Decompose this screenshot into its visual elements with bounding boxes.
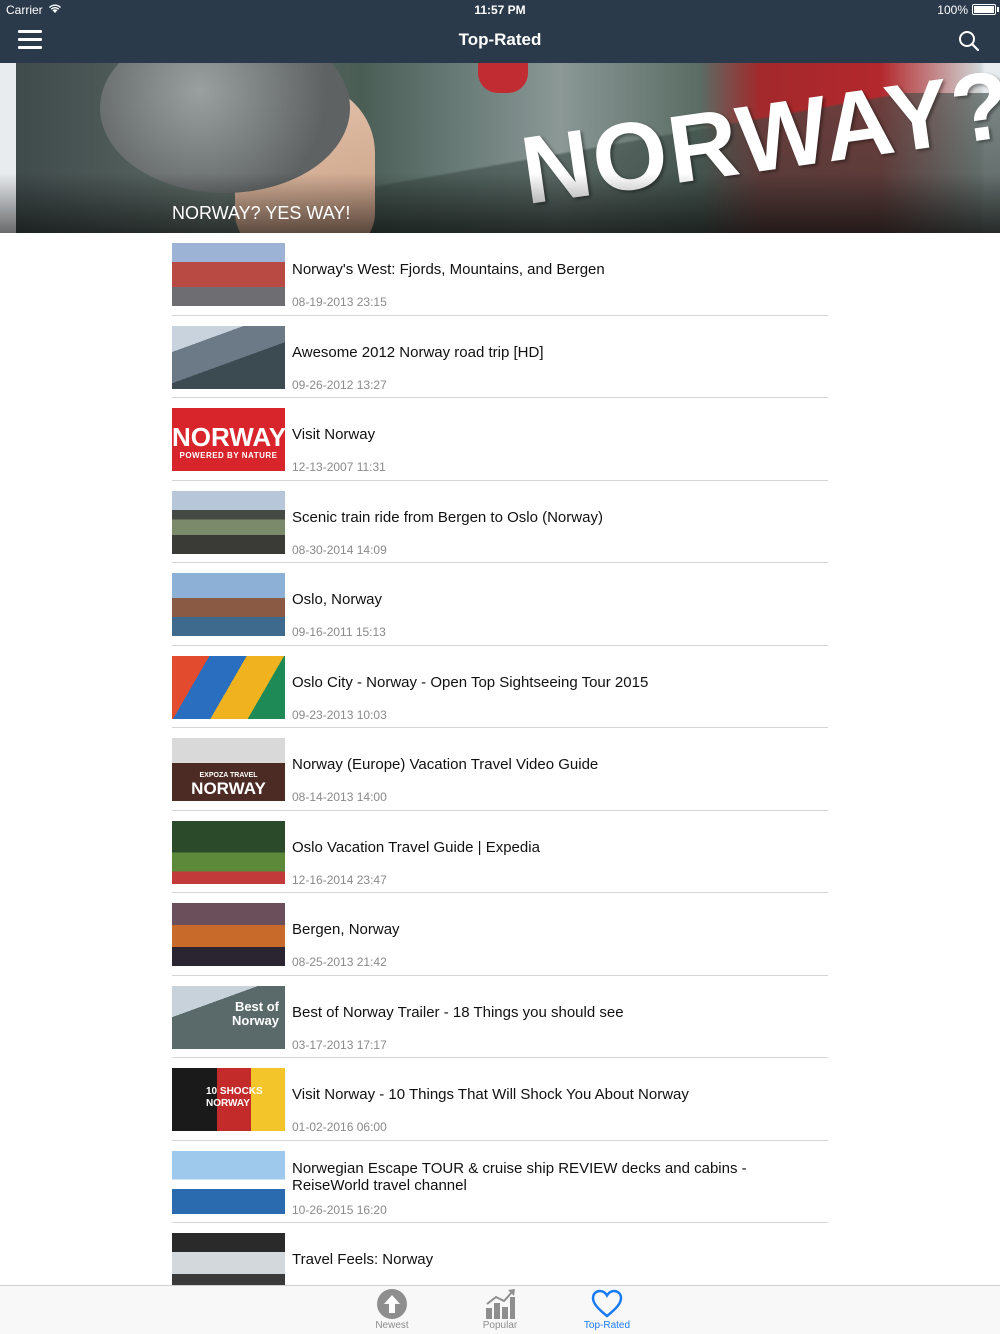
- thumbnail-text-line1: Best of: [234, 998, 279, 1014]
- video-row[interactable]: Oslo City - Norway - Open Top Sightseein…: [172, 646, 828, 728]
- thumbnail-subtext: NORWAY: [191, 779, 266, 798]
- video-title: Best of Norway Trailer - 18 Things you s…: [292, 1003, 624, 1021]
- tab-top-rated[interactable]: Top-Rated: [567, 1286, 647, 1334]
- video-row[interactable]: Oslo Vacation Travel Guide | Expedia 12-…: [172, 811, 828, 893]
- video-title: Awesome 2012 Norway road trip [HD]: [292, 343, 544, 361]
- video-thumbnail: EXPOZA TRAVEL NORWAY: [172, 738, 285, 801]
- video-title: Oslo City - Norway - Open Top Sightseein…: [292, 673, 649, 691]
- hero-flag-graphic: [478, 63, 528, 93]
- video-row[interactable]: Bergen, Norway 08-25-2013 21:42: [172, 893, 828, 976]
- video-title: Scenic train ride from Bergen to Oslo (N…: [292, 508, 603, 526]
- video-row[interactable]: Oslo, Norway 09-16-2011 15:13: [172, 563, 828, 646]
- video-date: 03-17-2013 17:17: [292, 1037, 387, 1052]
- video-row[interactable]: Best of Norway Best of Norway Trailer - 1…: [172, 976, 828, 1058]
- thumbnail-text: EXPOZA TRAVEL: [199, 772, 258, 779]
- thumbnail-text-line1: 10 SHOCKS: [206, 1086, 263, 1097]
- video-thumbnail: [172, 903, 285, 966]
- video-thumbnail: 10 SHOCKS NORWAY: [172, 1068, 285, 1131]
- video-title: Visit Norway - 10 Things That Will Shock…: [292, 1086, 689, 1103]
- video-thumbnail: [172, 573, 285, 636]
- video-date: 08-25-2013 21:42: [292, 955, 387, 969]
- video-row[interactable]: Norway's West: Fjords, Mountains, and Be…: [172, 233, 828, 316]
- video-date: 10-26-2015 16:20: [292, 1202, 387, 1217]
- video-row[interactable]: EXPOZA TRAVEL NORWAY Norway (Europe) Vac…: [172, 728, 828, 811]
- video-thumbnail: [172, 655, 285, 719]
- battery-nub: [997, 7, 999, 12]
- video-title: Oslo, Norway: [292, 591, 383, 608]
- video-thumbnail: [172, 1233, 285, 1285]
- video-row[interactable]: Norwegian Escape TOUR & cruise ship REVI…: [172, 1141, 828, 1223]
- tab-label: Newest: [375, 1320, 409, 1331]
- video-thumbnail: [172, 243, 285, 306]
- video-row[interactable]: Travel Feels: Norway: [172, 1223, 828, 1285]
- page-title: Top-Rated: [458, 30, 542, 49]
- hero-caption: NORWAY? YES WAY!: [172, 203, 351, 223]
- battery-icon: [972, 4, 996, 15]
- tab-label: Popular: [482, 1320, 518, 1331]
- video-thumbnail: [172, 1150, 285, 1214]
- video-date: 01-02-2016 06:00: [292, 1120, 387, 1134]
- thumbnail-text-line2: NORWAY: [206, 1098, 250, 1109]
- video-thumbnail: [172, 490, 285, 554]
- video-thumbnail: NORWAY POWERED BY NATURE: [172, 408, 285, 471]
- video-thumbnail: Best of Norway: [172, 985, 285, 1049]
- clock: 11:57 PM: [474, 3, 526, 17]
- hero-gradient-overlay: [0, 173, 1000, 233]
- video-title: Travel Feels: Norway: [292, 1251, 434, 1268]
- video-title: Oslo Vacation Travel Guide | Expedia: [292, 838, 540, 856]
- thumbnail-text: NORWAY: [172, 422, 285, 452]
- heart-icon: [591, 1288, 623, 1320]
- video-list: Norway's West: Fjords, Mountains, and Be…: [172, 233, 828, 1285]
- featured-video-banner[interactable]: NORWAY? NORWAY? YES WAY!: [0, 63, 1000, 233]
- top-bar: Carrier 11:57 PM 100% Top-Rated: [0, 0, 1000, 63]
- thumbnail-text: Best of Norway: [232, 998, 279, 1028]
- thumbnail-subtext: POWERED BY NATURE: [179, 451, 278, 460]
- video-date: 08-19-2013 23:15: [292, 295, 387, 309]
- tab-newest[interactable]: Newest: [352, 1286, 432, 1334]
- bar-chart-icon: [484, 1288, 516, 1320]
- video-row[interactable]: Scenic train ride from Bergen to Oslo (N…: [172, 481, 828, 563]
- video-date: 12-13-2007 11:31: [292, 460, 386, 474]
- video-date: 12-16-2014 23:47: [292, 872, 387, 887]
- battery-percent: 100%: [937, 3, 968, 17]
- status-bar: Carrier 11:57 PM 100%: [0, 0, 1000, 20]
- video-date: 09-23-2013 10:03: [292, 707, 387, 722]
- tab-popular[interactable]: Popular: [460, 1286, 540, 1334]
- video-title: Norwegian Escape TOUR & cruise ship REVI…: [292, 1159, 747, 1194]
- video-date: 08-14-2013 14:00: [292, 790, 387, 804]
- video-date: 09-16-2011 15:13: [292, 625, 386, 639]
- thumbnail-text-line2: Norway: [232, 1012, 279, 1028]
- video-row[interactable]: NORWAY POWERED BY NATURE Visit Norway 12…: [172, 398, 828, 481]
- video-row[interactable]: Awesome 2012 Norway road trip [HD] 09-26…: [172, 316, 828, 398]
- video-thumbnail: [172, 820, 285, 884]
- video-thumbnail: [172, 325, 285, 389]
- arrow-up-circle-icon: [376, 1288, 408, 1320]
- video-title: Norway's West: Fjords, Mountains, and Be…: [292, 261, 605, 278]
- video-row[interactable]: 10 SHOCKS NORWAY Visit Norway - 10 Things…: [172, 1058, 828, 1141]
- video-title: Norway (Europe) Vacation Travel Video Gu…: [292, 756, 599, 773]
- video-title: Bergen, Norway: [292, 921, 400, 938]
- tab-bar: Newest Popular Top-Rated: [0, 1285, 1000, 1334]
- search-icon[interactable]: [958, 30, 980, 52]
- thumbnail-text: 10 SHOCKS NORWAY: [206, 1086, 263, 1110]
- video-date: 08-30-2014 14:09: [292, 542, 387, 557]
- app-root: Carrier 11:57 PM 100% Top-Rated NORWAY? …: [0, 0, 1000, 1334]
- video-title: Visit Norway: [292, 426, 376, 443]
- tab-label: Top-Rated: [583, 1320, 631, 1331]
- video-date: 09-26-2012 13:27: [292, 377, 387, 392]
